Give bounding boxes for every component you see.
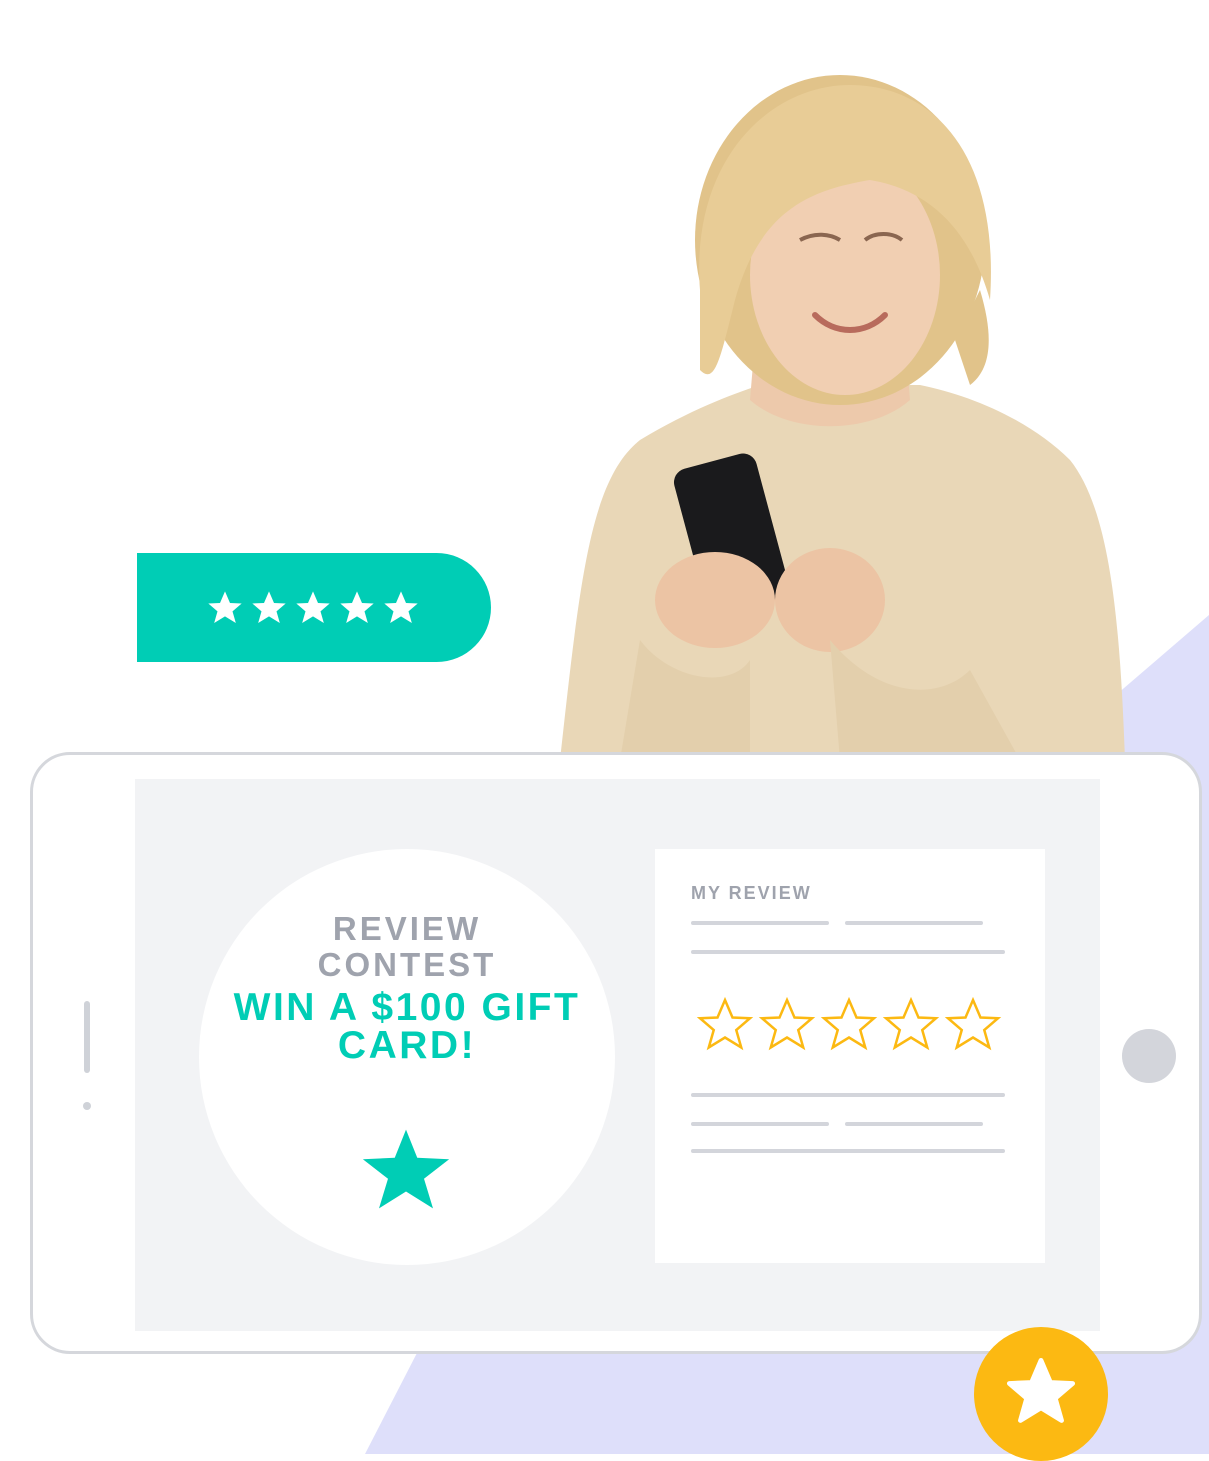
text-placeholder-line xyxy=(691,1093,1005,1097)
text-placeholder-line xyxy=(845,1122,983,1126)
review-heading: MY REVIEW xyxy=(691,883,812,903)
contest-circle: REVIEW CONTEST WIN A $100 GIFT CARD! xyxy=(199,849,615,1265)
text-placeholder-line xyxy=(845,921,983,925)
star-badge xyxy=(974,1327,1108,1461)
star-icon xyxy=(362,1129,450,1209)
phone-home-button[interactable] xyxy=(1122,1029,1176,1083)
star-rating-input[interactable] xyxy=(695,995,1003,1055)
star-icon xyxy=(1006,1357,1076,1423)
star-icon xyxy=(208,590,242,623)
text-placeholder-line xyxy=(691,1122,829,1126)
star-icon xyxy=(384,590,418,623)
phone-screen: REVIEW CONTEST WIN A $100 GIFT CARD! MY … xyxy=(135,779,1100,1331)
star-outline-icon[interactable] xyxy=(695,995,755,1055)
phone-speaker xyxy=(84,1001,90,1073)
star-icon xyxy=(340,590,374,623)
text-placeholder-line xyxy=(691,950,1005,954)
star-outline-icon[interactable] xyxy=(943,995,1003,1055)
five-star-rating-pill xyxy=(137,553,491,662)
phone-mockup: REVIEW CONTEST WIN A $100 GIFT CARD! MY … xyxy=(30,752,1202,1354)
contest-prize: WIN A $100 GIFT CARD! xyxy=(233,986,581,1067)
star-outline-icon[interactable] xyxy=(881,995,941,1055)
phone-camera xyxy=(83,1102,91,1110)
review-card: MY REVIEW xyxy=(655,849,1045,1263)
star-icon xyxy=(296,590,330,623)
star-outline-icon[interactable] xyxy=(757,995,817,1055)
contest-title: REVIEW CONTEST xyxy=(317,910,497,983)
woman-with-phone-photo xyxy=(560,75,1125,760)
star-outline-icon[interactable] xyxy=(819,995,879,1055)
text-placeholder-line xyxy=(691,1149,1005,1153)
text-placeholder-line xyxy=(691,921,829,925)
star-icon xyxy=(252,590,286,623)
